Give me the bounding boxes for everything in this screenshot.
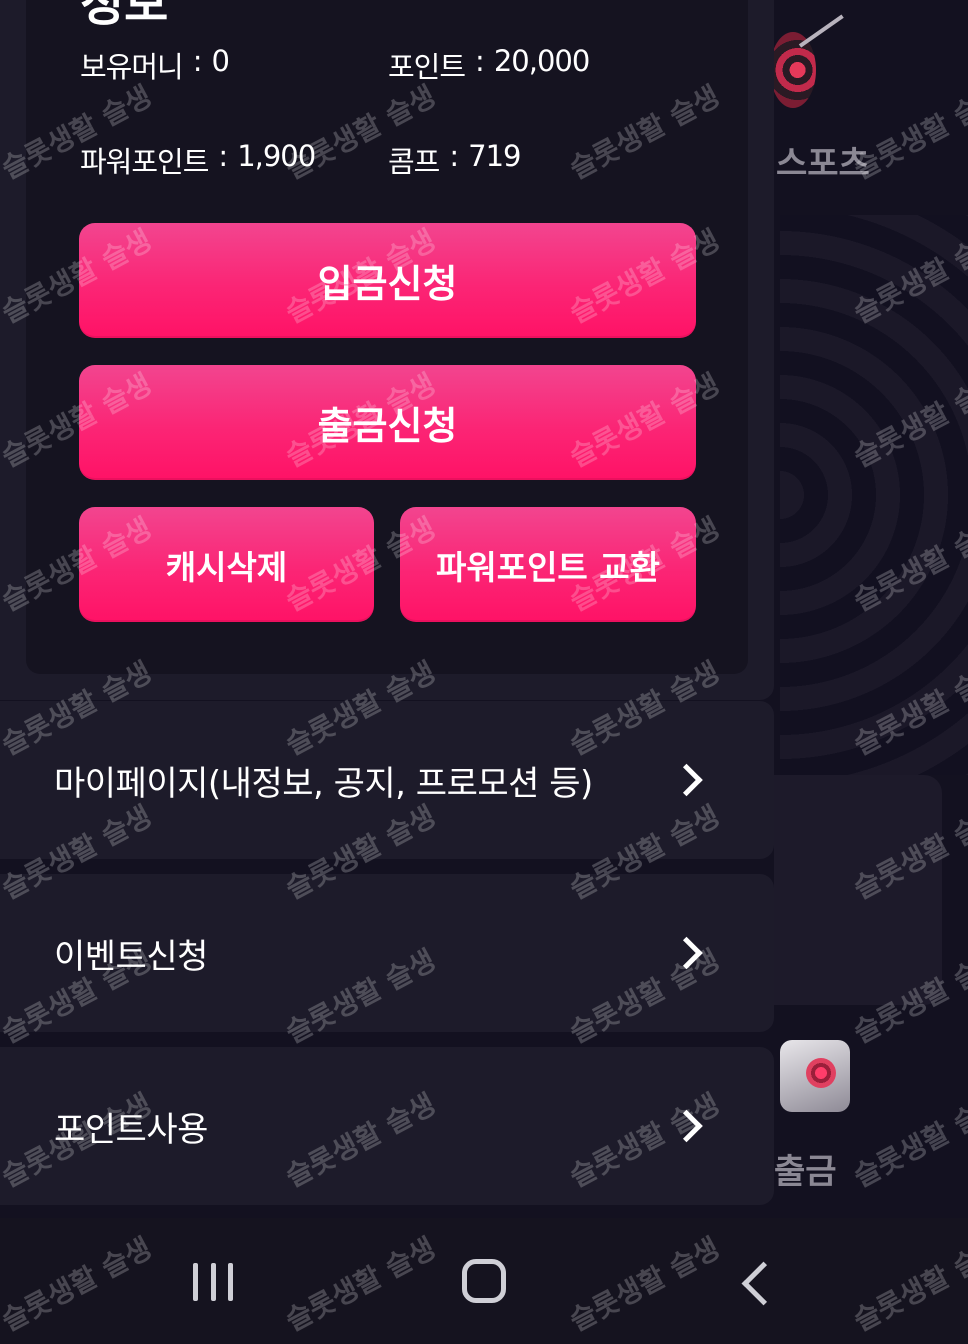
wallet-title: 정보 [80,0,169,32]
money-value: 0 [211,44,230,78]
point-label: 포인트 [388,50,466,84]
sports-menu-label[interactable]: 스포츠 [776,136,870,185]
background-card [774,775,942,1005]
point-stat: 포인트:20,000 [388,44,590,86]
cash-delete-button[interactable]: 캐시삭제 [79,507,374,622]
chevron-right-icon [670,936,703,970]
withdraw-menu-label[interactable]: 출금 [774,1144,837,1193]
money-label: 보유머니 [80,50,184,84]
menu-item-event[interactable]: 이벤트신청 [0,874,774,1032]
money-separator: : [192,44,203,78]
back-icon[interactable] [741,1261,786,1306]
money-stat: 보유머니:0 [80,44,230,86]
power-point-exchange-button[interactable]: 파워포인트 교환 [400,507,696,622]
menu-item-point-use[interactable]: 포인트사용 [0,1047,774,1205]
comp-value: 719 [468,139,521,173]
background-ring-pattern [780,215,968,775]
power-point-separator: : [218,139,228,173]
point-separator: : [475,44,485,78]
chevron-right-icon [670,763,703,797]
recent-apps-icon[interactable] [193,1263,233,1301]
power-point-stat: 파워포인트:1,900 [80,139,316,181]
drawer-top-section: 정보 보유머니:0 포인트:20,000 파워포인트:1,900 콤프:719 … [0,0,774,700]
dartboard-icon [770,32,816,108]
menu-item-label: 마이페이지(내정보, 공지, 프로모션 등) [54,763,593,804]
comp-separator: : [449,139,459,173]
dart-arrow-icon [798,14,844,48]
menu-item-label: 포인트사용 [54,1109,208,1150]
withdraw-request-button[interactable]: 출금신청 [79,365,696,480]
system-navigation-bar [0,1218,968,1344]
power-point-value: 1,900 [237,139,316,173]
safe-icon [780,1040,850,1112]
comp-label: 콤프 [388,145,440,179]
safe-dial-icon [806,1058,836,1088]
comp-stat: 콤프:719 [388,139,522,181]
point-value: 20,000 [493,44,590,78]
side-drawer: 정보 보유머니:0 포인트:20,000 파워포인트:1,900 콤프:719 … [0,0,774,1205]
deposit-request-button[interactable]: 입금신청 [79,223,696,338]
power-point-label: 파워포인트 [80,145,209,179]
menu-item-mypage[interactable]: 마이페이지(내정보, 공지, 프로모션 등) [0,701,774,859]
chevron-right-icon [670,1109,703,1143]
home-icon[interactable] [462,1259,506,1303]
menu-item-label: 이벤트신청 [54,936,208,977]
